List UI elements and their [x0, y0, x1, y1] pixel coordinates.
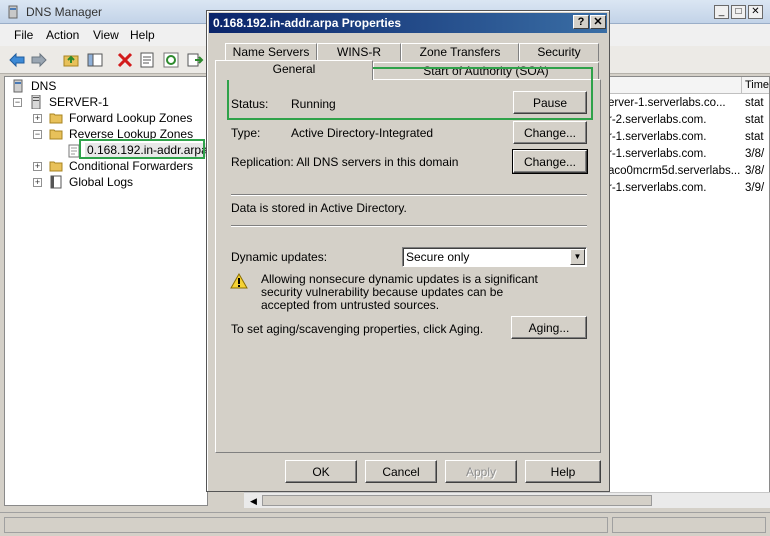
collapse-icon[interactable]: −: [33, 130, 42, 139]
tab-zone-transfers[interactable]: Zone Transfers: [401, 43, 519, 61]
minimize-button[interactable]: _: [714, 5, 729, 19]
security-warning-text: Allowing nonsecure dynamic updates is a …: [261, 272, 538, 312]
tree-label: Forward Lookup Zones: [69, 111, 193, 125]
status-cell-secondary: [612, 517, 766, 533]
list-cell-data[interactable]: r-1.serverlabs.com.: [608, 131, 706, 143]
dynamic-updates-value: Secure only: [406, 250, 470, 264]
chevron-down-icon[interactable]: ▼: [570, 249, 585, 265]
ok-button[interactable]: OK: [285, 460, 357, 483]
list-header: Time: [605, 77, 769, 94]
delete-icon[interactable]: [116, 51, 134, 69]
tab-general[interactable]: General: [215, 60, 373, 80]
aging-button[interactable]: Aging...: [511, 316, 587, 339]
folder-icon: [49, 113, 63, 124]
folder-icon: [49, 161, 63, 172]
maximize-button[interactable]: □: [731, 5, 746, 19]
aging-instruction-text: To set aging/scavenging properties, clic…: [231, 322, 484, 336]
expand-icon[interactable]: +: [33, 178, 42, 187]
export-list-icon[interactable]: [186, 51, 204, 69]
column-header-time[interactable]: Time: [745, 79, 769, 91]
up-folder-icon[interactable]: [62, 51, 80, 69]
expand-icon[interactable]: +: [33, 114, 42, 123]
list-cell-data[interactable]: r-1.serverlabs.com.: [608, 148, 706, 160]
list-cell-data[interactable]: r-1.serverlabs.com.: [608, 182, 706, 194]
section-divider: [231, 194, 587, 196]
list-cell-time: 3/8/: [745, 148, 765, 160]
tree-label: Global Logs: [69, 175, 134, 189]
collapse-icon[interactable]: −: [13, 98, 22, 107]
dynamic-updates-select[interactable]: Secure only ▼: [402, 247, 587, 267]
scrollbar-thumb[interactable]: [262, 495, 652, 506]
change-replication-button[interactable]: Change...: [512, 149, 588, 174]
list-cell-data[interactable]: r-2.serverlabs.com.: [608, 114, 706, 126]
statusbar: [0, 512, 770, 536]
menu-file[interactable]: File: [14, 28, 33, 42]
menu-action[interactable]: Action: [46, 28, 79, 42]
logs-icon: [50, 175, 62, 189]
type-value: Active Directory-Integrated: [291, 126, 434, 140]
list-cell-time: 3/9/: [745, 182, 765, 194]
stored-in-ad-text: Data is stored in Active Directory.: [231, 201, 407, 215]
menu-view[interactable]: View: [93, 28, 119, 42]
list-cell-time: stat: [745, 114, 764, 126]
list-cell-data[interactable]: erver-1.serverlabs.co...: [608, 97, 726, 109]
main-window-title: DNS Manager: [26, 5, 103, 19]
list-cell-time: 3/8/: [745, 165, 765, 177]
tree-label: SERVER-1: [49, 95, 109, 109]
warning-icon: [230, 273, 248, 289]
menu-help[interactable]: Help: [130, 28, 155, 42]
list-cell-time: stat: [745, 131, 764, 143]
dialog-titlebar: 0.168.192.in-addr.arpa Properties ? ✕: [209, 13, 607, 33]
section-divider: [231, 225, 587, 227]
type-label: Type:: [231, 126, 261, 140]
forward-arrow-icon[interactable]: [30, 51, 48, 69]
server-icon: [31, 95, 41, 109]
apply-button[interactable]: Apply: [445, 460, 517, 483]
tree-label: Conditional Forwarders: [69, 159, 194, 173]
refresh-icon[interactable]: [162, 51, 180, 69]
change-type-button[interactable]: Change...: [513, 121, 587, 144]
help-button[interactable]: Help: [525, 460, 601, 483]
tree-label: DNS: [31, 79, 57, 93]
dynamic-updates-label: Dynamic updates:: [231, 250, 328, 264]
tab-name-servers[interactable]: Name Servers: [225, 43, 317, 61]
dns-manager-icon: [8, 5, 18, 19]
folder-icon: [49, 129, 63, 140]
dialog-title: 0.168.192.in-addr.arpa Properties: [213, 16, 402, 30]
tab-security[interactable]: Security: [519, 43, 599, 61]
records-list: Time erver-1.serverlabs.co... stat r-2.s…: [604, 76, 770, 506]
zone-highlight-box: [79, 139, 205, 159]
dialog-close-button[interactable]: ✕: [590, 15, 606, 29]
close-window-button[interactable]: ✕: [748, 5, 763, 19]
list-cell-data[interactable]: aco0mcrm5d.serverlabs...: [608, 165, 740, 177]
tab-wins-r[interactable]: WINS-R: [317, 43, 401, 61]
expand-icon[interactable]: +: [33, 162, 42, 171]
status-cell-main: [4, 517, 608, 533]
properties-icon[interactable]: [138, 51, 156, 69]
cancel-button[interactable]: Cancel: [365, 460, 437, 483]
replication-text: Replication: All DNS servers in this dom…: [231, 155, 459, 169]
help-icon-button[interactable]: ?: [573, 15, 589, 29]
show-hide-console-tree-icon[interactable]: [86, 51, 104, 69]
dns-icon: [13, 79, 23, 93]
column-separator: [741, 77, 742, 94]
list-cell-time: stat: [745, 97, 764, 109]
horizontal-scrollbar[interactable]: ◀: [244, 492, 770, 508]
back-arrow-icon[interactable]: [8, 51, 26, 69]
scroll-left-arrow-icon[interactable]: ◀: [250, 496, 257, 507]
